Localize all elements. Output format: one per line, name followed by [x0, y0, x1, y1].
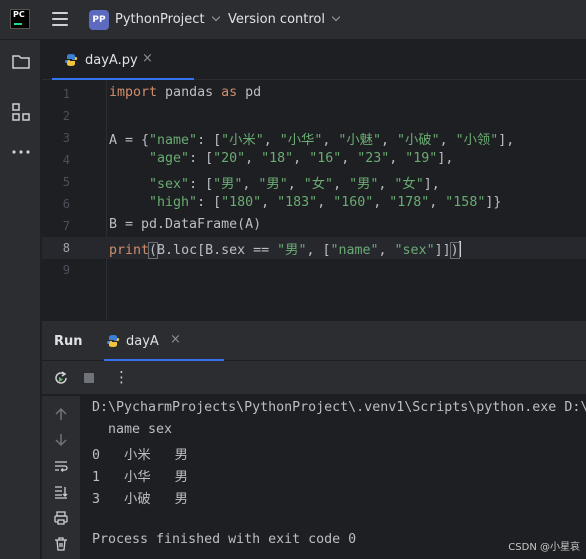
- line-number: 7: [62, 219, 70, 233]
- code-line: 9: [42, 259, 586, 281]
- pycharm-logo-icon: PC: [10, 9, 30, 29]
- project-selector[interactable]: PythonProject: [115, 12, 220, 27]
- code-text: import pandas as pd: [109, 85, 262, 100]
- line-number: 8: [62, 241, 70, 255]
- code-line: 2: [42, 105, 586, 127]
- code-line-current: 8 print(B.loc[B.sex == "男", ["name", "se…: [42, 237, 586, 259]
- text-caret: [458, 241, 461, 257]
- folder-icon[interactable]: [11, 52, 31, 72]
- project-badge[interactable]: PP: [89, 10, 109, 30]
- console-side-toolbar: [42, 396, 80, 559]
- tab-label: dayA.py: [85, 53, 138, 68]
- line-number: 6: [62, 197, 70, 211]
- chevron-down-icon: [211, 12, 220, 22]
- version-control-label: Version control: [228, 12, 325, 27]
- line-number: 5: [62, 175, 70, 189]
- rerun-icon[interactable]: [53, 370, 69, 386]
- arrow-up-icon[interactable]: [53, 406, 69, 422]
- code-text: "age": ["20", "18", "16", "23", "19"],: [149, 151, 454, 166]
- soft-wrap-icon[interactable]: [53, 458, 69, 474]
- title-bar: PC PP PythonProject Version control: [0, 0, 586, 40]
- chevron-down-icon: [331, 12, 341, 22]
- run-title: Run: [54, 334, 83, 349]
- code-text: A = {"name": ["小米", "小华", "小魅", "小破", "小…: [109, 133, 515, 148]
- line-number: 9: [62, 263, 70, 277]
- stop-icon[interactable]: [81, 370, 97, 386]
- console-line: name sex: [92, 422, 173, 437]
- console-line: Process finished with exit code 0: [92, 532, 357, 547]
- code-line: 4 "age": ["20", "18", "16", "23", "19"],: [42, 149, 586, 171]
- run-tool-window-header: Run dayA ×: [42, 320, 586, 361]
- console-line: 1 小华 男: [92, 470, 188, 485]
- code-line: 1 import pandas as pd: [42, 83, 586, 105]
- line-number: 3: [62, 131, 70, 145]
- code-line: 3 A = {"name": ["小米", "小华", "小魅", "小破", …: [42, 127, 586, 149]
- code-editor[interactable]: 1 import pandas as pd 2 3 A = {"name": […: [42, 81, 586, 320]
- version-control-menu[interactable]: Version control: [228, 12, 341, 27]
- tab-daya-py[interactable]: dayA.py ×: [52, 40, 194, 80]
- more-options-icon[interactable]: ⋮: [114, 368, 130, 386]
- python-file-icon: [106, 335, 120, 347]
- line-number: 4: [62, 153, 70, 167]
- line-number: 1: [62, 87, 70, 101]
- run-toolbar: ⋮: [42, 361, 586, 395]
- code-line: 6 "high": ["180", "183", "160", "178", "…: [42, 193, 586, 215]
- more-tools-icon[interactable]: [11, 142, 31, 162]
- active-tab-indicator: [52, 78, 194, 80]
- code-text: B = pd.DataFrame(A): [109, 217, 262, 232]
- code-line: 7 B = pd.DataFrame(A): [42, 215, 586, 237]
- main-menu-icon[interactable]: [52, 12, 68, 26]
- python-file-icon: [64, 54, 78, 66]
- console-line: 0 小米 男: [92, 448, 188, 463]
- editor-tab-bar: dayA.py ×: [42, 40, 586, 80]
- run-tab-daya[interactable]: dayA ×: [104, 321, 224, 361]
- structure-icon[interactable]: [11, 102, 31, 122]
- close-icon[interactable]: ×: [170, 332, 181, 347]
- project-name: PythonProject: [115, 12, 205, 27]
- code-text: print(B.loc[B.sex == "男", ["name", "sex"…: [109, 241, 461, 259]
- console-output[interactable]: D:\PycharmProjects\PythonProject\.venv1\…: [81, 396, 586, 559]
- code-text: "high": ["180", "183", "160", "178", "15…: [149, 195, 502, 210]
- watermark: CSDN @小星哀: [508, 542, 580, 553]
- print-icon[interactable]: [53, 510, 69, 526]
- pycharm-logo-text: PC: [13, 10, 25, 19]
- run-tab-label: dayA: [126, 334, 159, 349]
- trash-icon[interactable]: [53, 536, 69, 552]
- close-icon[interactable]: ×: [142, 51, 153, 66]
- arrow-down-icon[interactable]: [53, 432, 69, 448]
- scroll-to-end-icon[interactable]: [53, 484, 69, 500]
- line-number: 2: [62, 109, 70, 123]
- console-line: D:\PycharmProjects\PythonProject\.venv1\…: [92, 400, 586, 415]
- code-text: "sex": ["男", "男", "女", "男", "女"],: [149, 177, 440, 192]
- tool-window-strip: [0, 40, 41, 559]
- code-line: 5 "sex": ["男", "男", "女", "男", "女"],: [42, 171, 586, 193]
- console-line: 3 小破 男: [92, 492, 188, 507]
